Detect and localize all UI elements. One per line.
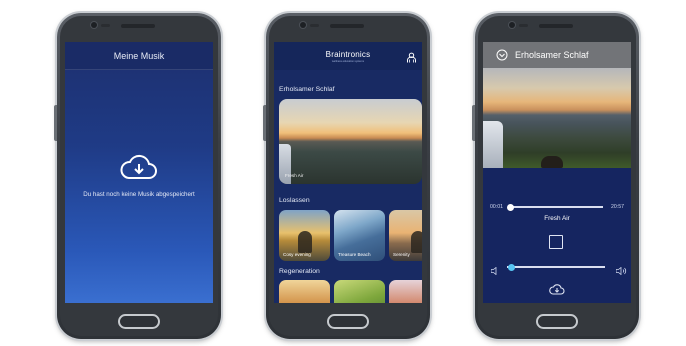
tile-label: Treasure Beach [338, 252, 371, 257]
brand-name: Braintronics [325, 49, 371, 59]
track-title: Fresh Air [544, 215, 570, 222]
empty-state-message: Du hast noch keine Musik abgespeichert [83, 191, 195, 198]
total-time: 20:57 [611, 204, 624, 210]
volume-knob[interactable] [508, 263, 516, 271]
cloud-download-icon[interactable] [119, 152, 159, 184]
section-title-regeneration: Regeneration [279, 268, 320, 275]
tile-treasure-beach[interactable]: Treasure Beach [334, 210, 385, 261]
volume-track[interactable] [507, 266, 605, 268]
tile-label: Cosy evening [283, 252, 311, 257]
section-title-letting-go: Loslassen [279, 197, 310, 204]
proximity-sensor [519, 24, 528, 27]
volume-high-icon [615, 262, 627, 276]
tile-regeneration-1[interactable] [279, 280, 330, 303]
proximity-sensor [310, 24, 319, 27]
section-title-sleep: Erholsamer Schlaf [279, 86, 335, 93]
page-title: Meine Musik [65, 42, 213, 70]
tile-label: Serenity [393, 252, 410, 257]
tile-regeneration-2[interactable] [334, 280, 385, 303]
user-icon[interactable] [406, 50, 417, 63]
dog-image [541, 156, 563, 168]
player-header: Erholsamer Schlaf [483, 42, 631, 68]
front-camera [300, 22, 306, 28]
screen: Meine Musik Du hast noch keine Musik abg… [65, 42, 213, 303]
featured-card-fresh-air[interactable]: Fresh Air [279, 99, 422, 184]
volume-side-button [54, 105, 57, 141]
tile-cosy-evening[interactable]: Cosy evening [279, 210, 330, 261]
app-header: Braintronics wellness education systems [274, 42, 422, 70]
silhouette-image [411, 231, 422, 253]
tile-regeneration-3[interactable] [389, 280, 422, 303]
stop-button[interactable] [549, 235, 563, 249]
tile-serenity[interactable]: Serenity [389, 210, 422, 261]
volume-side-button [263, 105, 266, 141]
progress-knob[interactable] [506, 203, 514, 211]
cover-image [483, 68, 631, 168]
screen: Erholsamer Schlaf 00:01 20:57 Fresh Air [483, 42, 631, 303]
brand-tagline: wellness education systems [331, 59, 365, 63]
earpiece [121, 24, 155, 28]
volume-side-button [472, 105, 475, 141]
card-label: Fresh Air [285, 173, 304, 178]
home-button[interactable] [327, 314, 369, 329]
cloud-download-icon[interactable] [549, 283, 565, 296]
player-title: Erholsamer Schlaf [515, 50, 589, 60]
elapsed-time: 00:01 [490, 204, 503, 210]
person-image [279, 144, 291, 184]
phone-library: Braintronics wellness education systems … [263, 13, 430, 339]
home-button[interactable] [118, 314, 160, 329]
front-camera [509, 22, 515, 28]
proximity-sensor [101, 24, 110, 27]
phone-player: Erholsamer Schlaf 00:01 20:57 Fresh Air [472, 13, 639, 339]
volume-low-icon [490, 262, 501, 276]
earpiece [330, 24, 364, 28]
person-image [483, 121, 503, 168]
earpiece [539, 24, 573, 28]
silhouette-image [298, 231, 312, 253]
front-camera [91, 22, 97, 28]
progress-track[interactable] [510, 206, 603, 208]
home-button[interactable] [536, 314, 578, 329]
phone-my-music: Meine Musik Du hast noch keine Musik abg… [54, 13, 221, 339]
screen: Braintronics wellness education systems … [274, 42, 422, 303]
chevron-down-icon[interactable] [494, 47, 510, 63]
